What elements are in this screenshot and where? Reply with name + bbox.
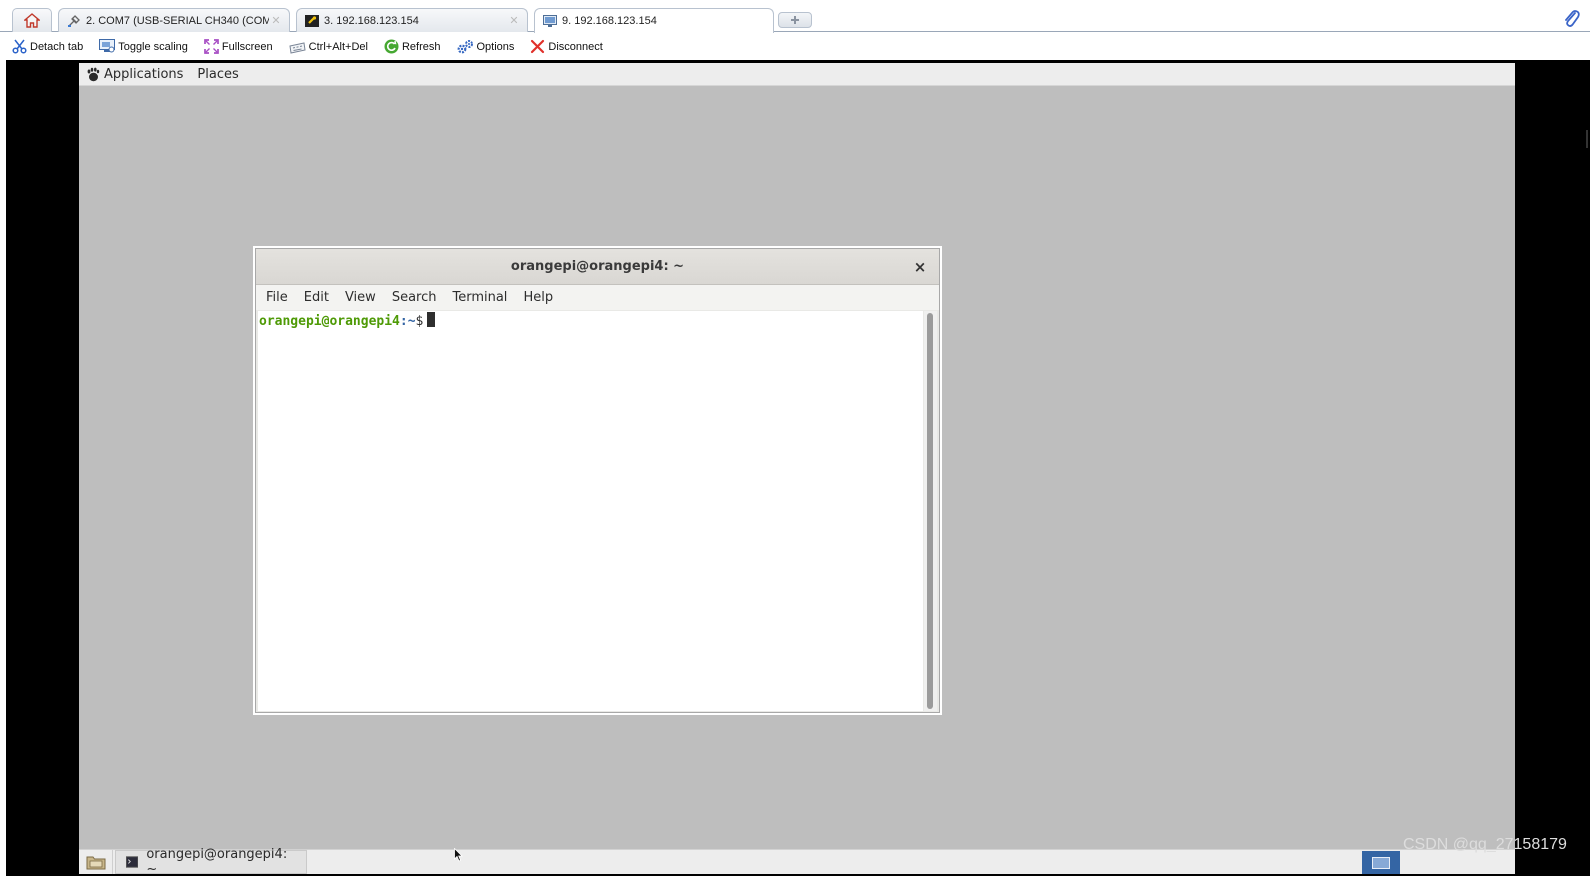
places-menu[interactable]: Places — [190, 63, 245, 86]
close-icon[interactable]: ✕ — [269, 14, 283, 27]
menu-edit[interactable]: Edit — [296, 285, 337, 310]
close-icon[interactable]: × — [911, 258, 929, 276]
close-icon[interactable]: ✕ — [507, 14, 521, 27]
serial-port-icon — [68, 14, 80, 27]
scrollbar-thumb[interactable] — [927, 313, 933, 709]
paperclip-icon[interactable] — [1562, 9, 1580, 29]
monitor-scaling-icon — [99, 39, 116, 53]
ctrl-alt-del-label: Ctrl+Alt+Del — [308, 40, 368, 53]
refresh-button[interactable]: Refresh — [384, 39, 441, 54]
menu-search[interactable]: Search — [384, 285, 445, 310]
tab-label: 3. 192.168.123.154 — [324, 14, 419, 27]
fullscreen-button[interactable]: Fullscreen — [204, 39, 273, 54]
show-desktop-button[interactable] — [79, 850, 113, 874]
home-icon — [24, 13, 40, 28]
desktop-folder-icon — [86, 856, 105, 870]
gnome-top-panel: Applications Places — [79, 63, 1515, 86]
tab-ssh-154[interactable]: 3. 192.168.123.154 ✕ — [296, 8, 528, 32]
keyboard-icon — [289, 41, 306, 54]
disconnect-button[interactable]: Disconnect — [530, 39, 603, 54]
workspace-1[interactable] — [1372, 856, 1390, 869]
terminal-menubar: File Edit View Search Terminal Help — [256, 285, 939, 310]
options-label: Options — [476, 40, 515, 53]
menu-help[interactable]: Help — [515, 285, 561, 310]
mouse-pointer-icon — [454, 848, 463, 862]
ctrl-alt-del-button[interactable]: Ctrl+Alt+Del — [289, 40, 368, 54]
watermark: CSDN @qq_27158179 — [1403, 836, 1567, 853]
detach-tab-label: Detach tab — [30, 40, 84, 53]
applications-menu[interactable]: Applications — [79, 63, 190, 86]
prompt-symbol: $ — [415, 314, 424, 329]
taskbar-item-label: orangepi@orangepi4: ~ — [146, 847, 288, 877]
tab-bar: 2. COM7 (USB-SERIAL CH340 (COM7)) ✕ 3. 1… — [0, 0, 1590, 33]
new-tab-button[interactable] — [778, 12, 812, 28]
tab-vnc-154[interactable]: 9. 192.168.123.154 — [534, 8, 774, 33]
detach-tab-button[interactable]: Detach tab — [12, 39, 83, 54]
viewport-edge-marker — [1586, 130, 1588, 148]
terminal-window[interactable]: orangepi@orangepi4: ~ × File Edit View S… — [255, 248, 940, 713]
toggle-scaling-button[interactable]: Toggle scaling — [99, 39, 188, 54]
prompt-path: :~ — [399, 314, 416, 329]
plus-icon — [791, 16, 799, 24]
refresh-icon — [384, 39, 399, 54]
menu-view[interactable]: View — [337, 285, 384, 310]
terminal-title: orangepi@orangepi4: ~ — [510, 259, 685, 274]
scissors-icon — [12, 39, 27, 54]
menu-terminal[interactable]: Terminal — [444, 285, 515, 310]
terminal-output[interactable]: orangepi@orangepi4:~$ — [258, 311, 923, 711]
gnome-foot-icon — [87, 67, 100, 81]
places-label: Places — [197, 66, 239, 82]
tab-com7[interactable]: 2. COM7 (USB-SERIAL CH340 (COM7)) ✕ — [58, 8, 290, 32]
terminal-key-icon — [305, 14, 319, 27]
gears-icon — [457, 40, 473, 54]
session-toolbar: Detach tab Toggle scaling Fullscreen Ctr… — [0, 33, 1590, 60]
tab-label: 9. 192.168.123.154 — [562, 15, 657, 27]
refresh-label: Refresh — [401, 40, 441, 53]
terminal-titlebar[interactable]: orangepi@orangepi4: ~ × — [256, 249, 939, 285]
remote-desktop[interactable]: Applications Places orangepi@orangepi4: … — [79, 63, 1515, 877]
options-button[interactable]: Options — [457, 39, 515, 54]
expand-arrows-icon — [204, 39, 219, 54]
taskbar-item-terminal[interactable]: orangepi@orangepi4: ~ — [115, 847, 307, 877]
red-x-icon — [531, 39, 545, 54]
remote-desktop-icon — [543, 15, 557, 27]
workspace-switcher[interactable] — [1362, 851, 1400, 874]
tab-label: 2. COM7 (USB-SERIAL CH340 (COM7)) — [86, 14, 269, 27]
terminal-scrollbar[interactable] — [924, 311, 937, 711]
home-tab[interactable] — [12, 8, 52, 32]
prompt-user: orangepi@orangepi4 — [259, 314, 400, 329]
terminal-icon — [126, 856, 139, 868]
menu-file[interactable]: File — [258, 285, 296, 310]
text-cursor — [427, 312, 436, 327]
fullscreen-label: Fullscreen — [221, 40, 273, 53]
applications-label: Applications — [104, 66, 184, 82]
disconnect-label: Disconnect — [548, 40, 603, 53]
gnome-bottom-panel: orangepi@orangepi4: ~ — [79, 847, 1515, 877]
toggle-scaling-label: Toggle scaling — [118, 40, 188, 53]
